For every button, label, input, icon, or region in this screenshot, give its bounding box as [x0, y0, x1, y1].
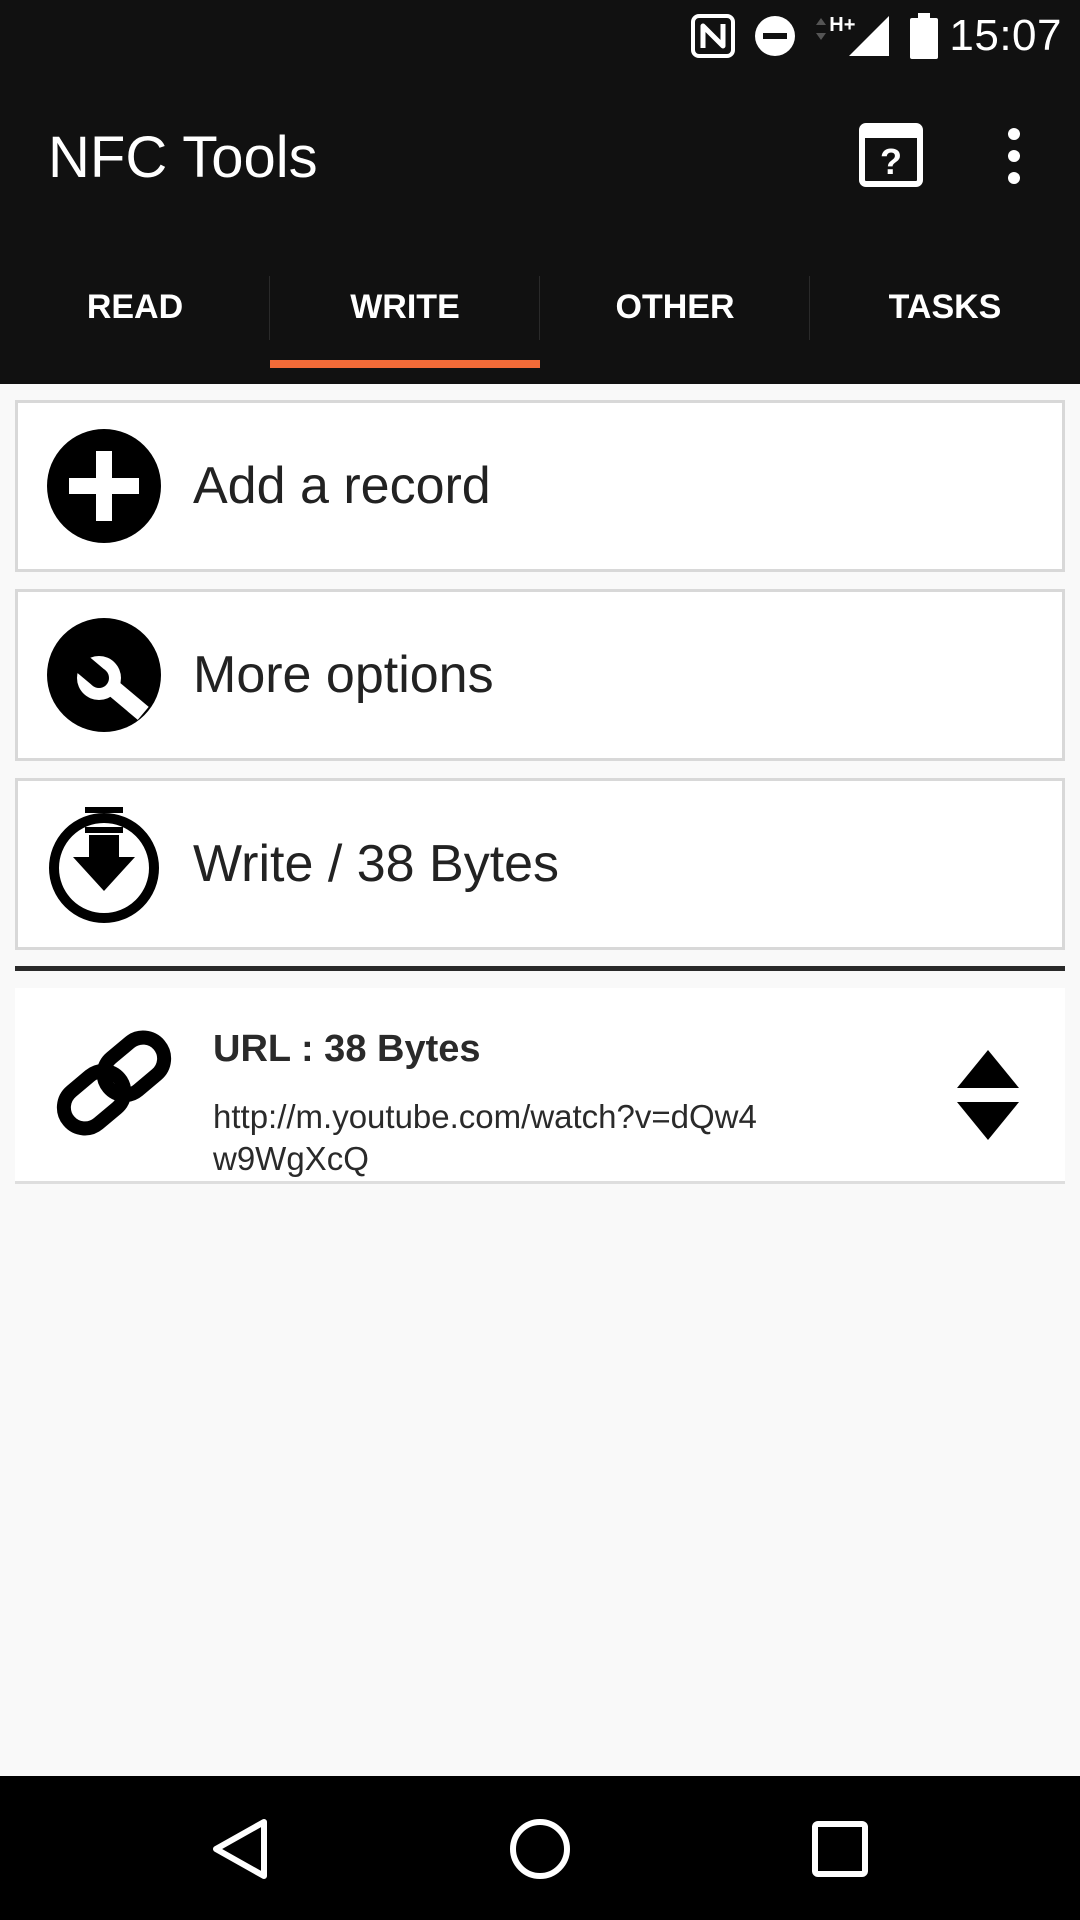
svg-text:?: ?	[880, 141, 902, 182]
signal-icon	[849, 16, 890, 56]
status-icons: H+	[691, 13, 939, 59]
tab-label: TASKS	[888, 287, 1002, 326]
wrench-icon	[47, 618, 161, 732]
do-not-disturb-icon	[755, 16, 796, 56]
battery-icon	[910, 13, 939, 59]
tab-read[interactable]: READ	[0, 242, 270, 384]
tab-other[interactable]: OTHER	[540, 242, 810, 384]
nfc-icon	[691, 14, 736, 58]
reorder-handle-icon[interactable]	[955, 1044, 1021, 1144]
add-circle-icon	[47, 429, 161, 543]
action-label: Add a record	[193, 457, 491, 515]
help-icon[interactable]: ?	[858, 122, 924, 188]
more-options-button[interactable]: More options	[15, 589, 1065, 761]
navigation-bar	[0, 1776, 1080, 1920]
tab-label: WRITE	[350, 287, 460, 326]
recents-icon[interactable]	[805, 1814, 875, 1884]
action-label: Write / 38 Bytes	[193, 835, 560, 893]
tab-label: READ	[86, 287, 184, 326]
status-bar: H+ 15:07	[0, 0, 1080, 72]
record-list-item[interactable]: URL : 38 Bytes http://m.youtube.com/watc…	[15, 988, 1065, 1184]
tab-tasks[interactable]: TASKS	[810, 242, 1080, 384]
app-title: NFC Tools	[48, 125, 318, 190]
add-record-button[interactable]: Add a record	[15, 400, 1065, 572]
write-button[interactable]: Write / 38 Bytes	[15, 778, 1065, 950]
write-panel: Add a record More options Write / 38 Byt…	[0, 384, 1080, 1776]
link-icon	[56, 1030, 172, 1136]
overflow-menu-icon[interactable]	[995, 126, 1033, 186]
app-bar: NFC Tools ?	[0, 72, 1080, 242]
divider	[15, 966, 1065, 971]
record-title: URL : 38 Bytes	[213, 1028, 481, 1070]
selected-tab-indicator	[270, 360, 540, 368]
tab-bar: READ WRITE OTHER TASKS	[0, 242, 1080, 384]
write-download-icon	[49, 807, 159, 923]
tab-write[interactable]: WRITE	[270, 242, 540, 384]
record-value: http://m.youtube.com/watch?v=dQw4w9WgXcQ	[213, 1098, 757, 1177]
home-icon[interactable]	[505, 1814, 575, 1884]
clock: 15:07	[949, 11, 1062, 60]
network-indicator: H+	[815, 14, 891, 58]
tab-label: OTHER	[615, 287, 735, 326]
back-icon[interactable]	[206, 1814, 276, 1884]
action-label: More options	[193, 646, 494, 704]
data-arrows-icon	[816, 18, 827, 40]
